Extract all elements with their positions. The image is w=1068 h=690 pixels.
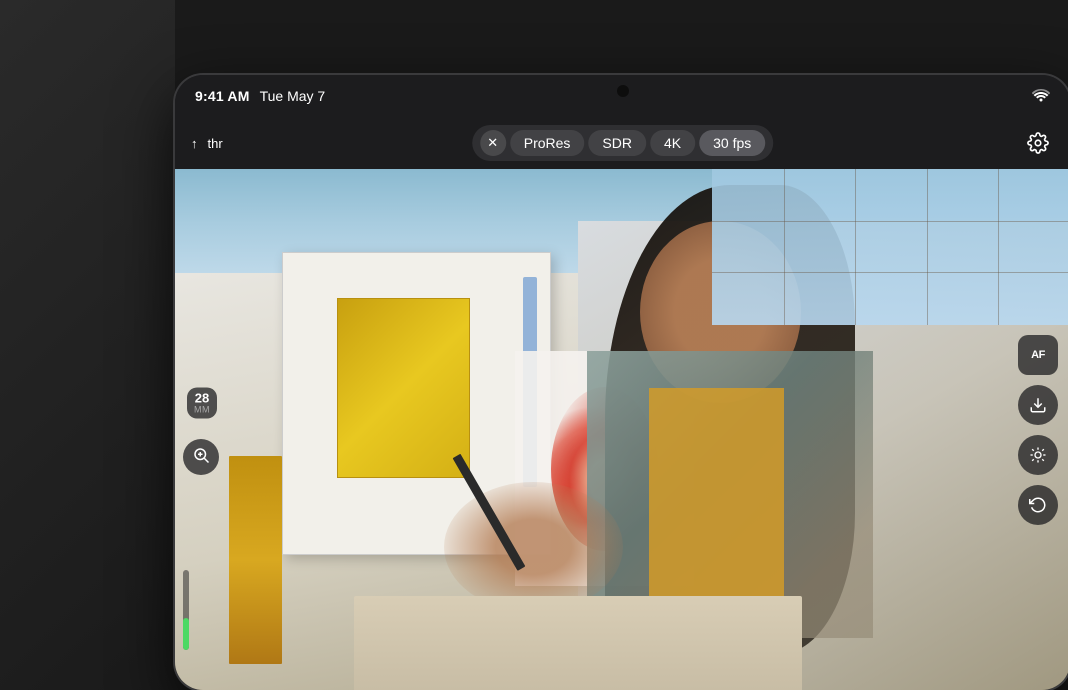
camera-notch (617, 85, 629, 97)
status-time: 9:41 AM (195, 88, 250, 104)
focal-unit: MM (194, 405, 210, 415)
dark-background (0, 0, 175, 690)
center-controls: ✕ ProRes SDR 4K 30 fps (472, 125, 774, 161)
close-icon: ✕ (487, 135, 498, 151)
action-button[interactable] (1018, 385, 1058, 425)
thr-label: thr (208, 136, 223, 151)
settings-button[interactable] (1022, 127, 1054, 159)
control-bar: ↑ thr ✕ ProRes SDR 4K 30 fps (175, 117, 1068, 169)
person-hand (444, 482, 623, 612)
person-shirt (649, 388, 783, 596)
right-controls: AF (1018, 335, 1058, 525)
af-button[interactable]: AF (1018, 335, 1058, 375)
exposure-button[interactable] (1018, 435, 1058, 475)
exposure-fill (183, 618, 189, 650)
sketchbook (354, 596, 802, 690)
status-date: Tue May 7 (260, 88, 326, 104)
sdr-button[interactable]: SDR (588, 130, 646, 156)
reset-button[interactable] (1018, 485, 1058, 525)
exposure-bar (183, 570, 189, 650)
focal-length-badge: 28 MM (187, 388, 217, 419)
search-plus-icon (192, 446, 210, 469)
skylight (712, 169, 1068, 325)
focal-number: 28 (194, 392, 210, 405)
yellow-painting (337, 298, 470, 478)
ipad-device-frame: 9:41 AM Tue May 7 ↑ thr ✕ P (175, 75, 1068, 690)
status-right (1032, 88, 1050, 105)
thr-arrow-icon: ↑ (191, 136, 198, 151)
camera-viewfinder: 28 MM AF (175, 169, 1068, 690)
prores-button[interactable]: ProRes (510, 130, 585, 156)
photo-background (175, 169, 1068, 690)
close-button[interactable]: ✕ (480, 130, 506, 156)
wifi-icon (1032, 88, 1050, 105)
yellow-lamp (229, 456, 283, 664)
resolution-button[interactable]: 4K (650, 130, 695, 156)
control-left: ↑ thr (191, 136, 223, 151)
fps-button[interactable]: 30 fps (699, 130, 765, 156)
